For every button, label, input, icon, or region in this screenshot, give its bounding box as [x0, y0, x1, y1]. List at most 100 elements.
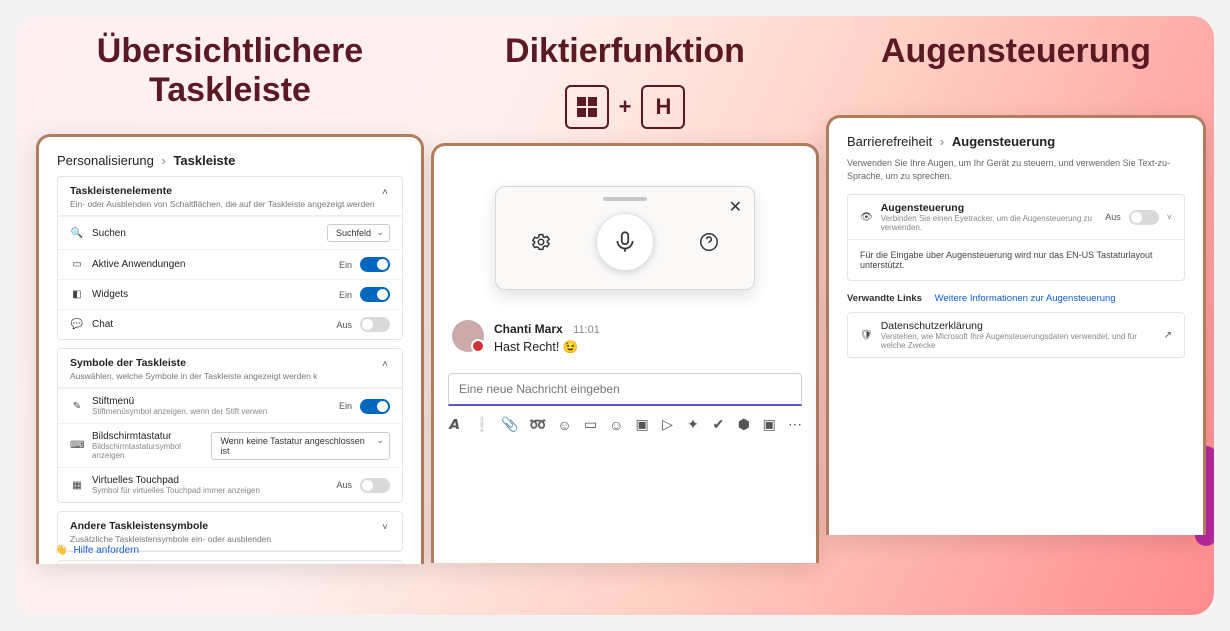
row-label: Widgets [92, 289, 128, 300]
section-verhalten[interactable]: Verhalten der Taskleiste Ausrichtung der… [58, 561, 402, 564]
toggle-stiftmenu[interactable] [360, 399, 390, 414]
row-sub: Bildschirmtastatursymbol anzeigen [92, 442, 211, 460]
settings-button[interactable] [526, 227, 556, 257]
row-datenschutz[interactable]: 🛡 Datenschutzerklärung Verstehen, wie Mi… [848, 313, 1184, 357]
section-subtitle: Auswählen, welche Symbole in der Tasklei… [70, 371, 317, 381]
chevron-down-icon[interactable]: ˅ [1167, 212, 1172, 222]
toggle-chat[interactable] [360, 317, 390, 332]
row-sub: Stiftmenüsymbol anzeigen, wenn der Stift… [92, 407, 267, 416]
row-sub: Symbol für virtuelles Touchpad immer anz… [92, 486, 260, 495]
hero-augen: Augensteuerung [881, 32, 1151, 71]
approve-icon[interactable]: ✔ [712, 416, 725, 433]
row-widgets: ◧Widgets Ein [58, 279, 402, 309]
chevron-right-icon: › [936, 134, 948, 149]
tastatur-select[interactable]: Wenn keine Tastatur angeschlossen ist [211, 432, 390, 460]
toggle-augensteuerung[interactable] [1129, 210, 1159, 225]
row-label: Virtuelles Touchpad [92, 475, 260, 486]
chevron-down-icon[interactable]: ˅ [380, 520, 390, 535]
dictation-toolbar[interactable]: ✕ [495, 186, 755, 290]
help-label: Hilfe anfordern [73, 545, 139, 556]
compose-toolbar: 𝘼 ❕ 📎 ➿ ☺ ▭ ☺ ▣ ▷ ✦ ✔ ⬢ ▣ ⋯ [434, 406, 816, 433]
loop-icon[interactable]: ➿ [529, 416, 545, 433]
schedule-icon[interactable]: ▣ [635, 416, 648, 433]
toggle-touchpad[interactable] [360, 478, 390, 493]
state-text: Aus [336, 320, 352, 330]
breadcrumb-root[interactable]: Barrierefreiheit [847, 134, 932, 149]
chat-message: Chanti Marx 11:01 Hast Recht! 😉 [452, 320, 816, 355]
keyboard-layout-note: Für die Eingabe über Augensteuerung wird… [848, 239, 1184, 280]
row-label: Datenschutzerklärung [881, 320, 1164, 332]
video-icon[interactable]: ▣ [763, 416, 776, 433]
message-time: 11:01 [573, 324, 600, 336]
stream-icon[interactable]: ✦ [686, 416, 699, 433]
row-label: Augensteuerung [881, 202, 1106, 214]
eye-icon: 👁 [860, 212, 873, 223]
emoji-icon[interactable]: ☺ [557, 417, 571, 433]
state-text: Ein [339, 401, 352, 411]
attach-icon[interactable]: 📎 [501, 416, 517, 433]
suchen-select[interactable]: Suchfeld [327, 224, 390, 242]
more-icon[interactable]: ⋯ [788, 416, 802, 433]
help-icon [698, 231, 720, 253]
message-input[interactable]: Eine neue Nachricht eingeben [448, 373, 802, 406]
keyboard-icon: ⌨ [70, 440, 84, 451]
row-suchen: 🔍 Suchen Suchfeld [58, 216, 402, 249]
close-icon[interactable]: ✕ [729, 197, 742, 217]
avatar[interactable] [452, 320, 484, 352]
priority-icon[interactable]: ❕ [473, 416, 489, 433]
external-link-icon[interactable]: ↗ [1164, 330, 1172, 341]
row-stiftmenu: ✎StiftmenüStiftmenüsymbol anzeigen, wenn… [58, 388, 402, 423]
row-label: Suchen [92, 228, 126, 239]
section-title: Andere Taskleistensymbole [70, 520, 271, 532]
drag-handle-icon[interactable] [603, 197, 647, 201]
state-text: Aus [1105, 212, 1121, 222]
hero-taskleiste: Übersichtlichere Taskleiste [36, 32, 424, 110]
links-heading: Verwandte Links [847, 293, 922, 304]
mic-button[interactable] [596, 213, 654, 271]
help-button[interactable] [694, 227, 724, 257]
mic-icon [612, 229, 638, 255]
row-augensteuerung: 👁 Augensteuerung Verbinden Sie einen Eye… [848, 195, 1184, 239]
row-label: Bildschirmtastatur [92, 431, 211, 442]
panel-diktier: ✕ Chanti Marx 11:01 [431, 143, 819, 563]
gear-icon [530, 231, 552, 253]
panel-taskleiste: Personalisierung › Taskleiste Taskleiste… [36, 134, 424, 564]
message-author[interactable]: Chanti Marx [494, 322, 563, 336]
breadcrumb-root[interactable]: Personalisierung [57, 153, 154, 168]
related-links: Verwandte Links Weitere Informationen zu… [847, 289, 1185, 312]
sticker-icon[interactable]: ☺ [609, 417, 623, 433]
section-title: Taskleistenelemente [70, 185, 375, 197]
section-title: Symbole der Taskleiste [70, 357, 317, 369]
section-symbole[interactable]: Symbole der Taskleiste Auswählen, welche… [58, 349, 402, 388]
search-icon: 🔍 [70, 228, 84, 239]
apps-icon[interactable]: ⬢ [737, 416, 750, 433]
send-icon[interactable]: ▷ [661, 416, 674, 433]
help-icon: 👋 [55, 545, 67, 556]
row-sub: Verstehen, wie Microsoft Ihre Augensteue… [881, 332, 1164, 350]
section-taskleistenelemente[interactable]: Taskleistenelemente Ein- oder Ausblenden… [58, 177, 402, 216]
breadcrumb: Personalisierung › Taskleiste [57, 153, 403, 168]
widgets-icon: ◧ [70, 289, 84, 300]
hero-diktier: Diktierfunktion [505, 32, 745, 71]
chat-icon: 💬 [70, 319, 84, 330]
keyboard-shortcut: + H [565, 85, 686, 129]
format-icon[interactable]: 𝘼 [448, 416, 461, 433]
toggle-widgets[interactable] [360, 287, 390, 302]
touchpad-icon: ▦ [70, 480, 84, 491]
chevron-up-icon[interactable]: ˄ [380, 185, 390, 200]
row-chat: 💬 Chat Aus [58, 309, 402, 339]
help-link[interactable]: 👋 Hilfe anfordern [55, 545, 139, 556]
row-virtuelles-touchpad: ▦ Virtuelles TouchpadSymbol für virtuelle… [58, 467, 402, 502]
row-label: Chat [92, 319, 113, 330]
gif-icon[interactable]: ▭ [584, 416, 597, 433]
related-link[interactable]: Weitere Informationen zur Augensteuerung [935, 293, 1116, 304]
row-label: Aktive Anwendungen [92, 259, 185, 270]
chevron-up-icon[interactable]: ˄ [380, 357, 390, 372]
toggle-aktive-anwendungen[interactable] [360, 257, 390, 272]
pen-icon: ✎ [70, 401, 84, 412]
shield-icon: 🛡 [860, 330, 873, 341]
state-text: Ein [339, 260, 352, 270]
breadcrumb-leaf: Taskleiste [173, 153, 235, 168]
section-subtitle: Zusätzliche Taskleistensymbole ein- oder… [70, 534, 271, 544]
page-description: Verwenden Sie Ihre Augen, um Ihr Gerät z… [847, 157, 1185, 182]
